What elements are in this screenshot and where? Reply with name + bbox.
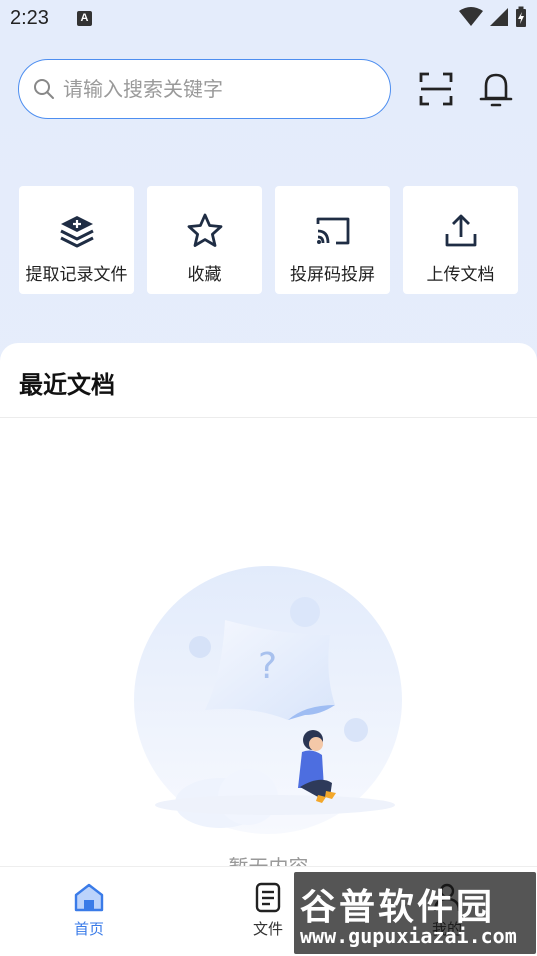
extract-records-button[interactable]: 提取记录文件 xyxy=(19,186,134,294)
status-time: 2:23 xyxy=(10,6,49,29)
upload-document-button[interactable]: 上传文档 xyxy=(403,186,518,294)
cellular-signal-icon xyxy=(490,8,508,26)
action-label: 收藏 xyxy=(187,265,222,285)
notification-icon: A xyxy=(76,10,92,26)
tab-label: 文件 xyxy=(252,920,283,938)
watermark-title: 谷普软件园 xyxy=(300,887,496,928)
watermark-overlay: 谷普软件园 www.gupuxiazai.com xyxy=(294,872,536,954)
document-icon xyxy=(255,882,281,913)
divider xyxy=(0,417,537,418)
favorites-button[interactable]: 收藏 xyxy=(147,186,262,294)
empty-state-illustration: ? xyxy=(130,565,410,840)
screen-cast-button[interactable]: 投屏码投屏 xyxy=(275,186,390,294)
svg-text:?: ? xyxy=(258,646,277,687)
cast-icon xyxy=(314,212,352,250)
search-input[interactable] xyxy=(63,77,363,101)
watermark-url: www.gupuxiazai.com xyxy=(300,924,517,948)
action-label: 上传文档 xyxy=(426,265,495,285)
action-label: 投屏码投屏 xyxy=(290,265,375,285)
tab-label: 首页 xyxy=(73,920,104,938)
app-screen: 2:23 A 请输入搜索关键字 提取记录文件 收藏 投屏码投屏 上传文档 最近文… xyxy=(0,0,537,956)
section-title: 最近文档 xyxy=(19,371,115,399)
scan-icon xyxy=(419,72,453,106)
scan-button[interactable] xyxy=(418,71,454,107)
bell-icon xyxy=(479,73,513,107)
search-icon xyxy=(34,79,54,99)
search-bar[interactable] xyxy=(18,59,391,119)
tab-home[interactable]: 首页 xyxy=(49,881,129,939)
layers-add-icon xyxy=(58,212,96,250)
star-icon xyxy=(186,212,224,250)
status-icons xyxy=(459,6,527,28)
recent-documents-panel: 最近文档 ? xyxy=(0,343,537,956)
notification-button[interactable] xyxy=(478,70,514,108)
home-icon xyxy=(74,883,104,912)
battery-charging-icon xyxy=(516,6,526,27)
action-label: 提取记录文件 xyxy=(25,265,128,285)
upload-icon xyxy=(442,212,480,250)
status-bar: 2:23 A xyxy=(0,0,537,36)
wifi-icon xyxy=(459,7,483,26)
